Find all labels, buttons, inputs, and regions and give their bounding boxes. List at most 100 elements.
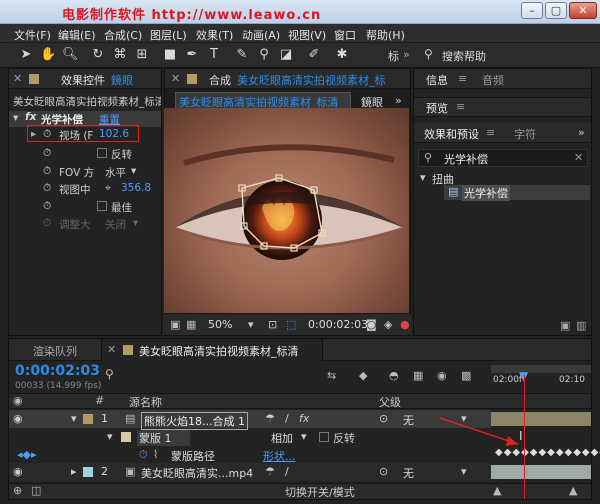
motion-blur-icon[interactable]: ◉ xyxy=(437,369,447,382)
menu-animation[interactable]: 动画(A) xyxy=(242,27,280,43)
graph-editor-icon[interactable]: ▩ xyxy=(461,369,471,382)
mask-path-value[interactable]: 形状... xyxy=(263,448,296,464)
tab-composition[interactable]: 合成 xyxy=(209,72,231,88)
tab-audio[interactable]: 音频 xyxy=(482,72,504,88)
roto-brush-icon[interactable]: ✐ xyxy=(306,47,322,63)
shy-switch-icon[interactable]: ☂ xyxy=(265,465,275,478)
view-center-value[interactable]: 356.8 xyxy=(121,182,151,194)
tab-effect-controls[interactable]: 效果控件 xyxy=(61,72,105,88)
effect-item[interactable]: 光学补偿 xyxy=(462,185,510,201)
clone-tool-icon[interactable]: ⚲ xyxy=(256,47,272,63)
toggle-icon[interactable]: ◫ xyxy=(31,484,41,497)
label-color-icon[interactable] xyxy=(83,467,93,477)
tab-suffix[interactable]: 鏡眼 xyxy=(111,72,133,88)
eraser-tool-icon[interactable]: ◪ xyxy=(278,47,294,63)
dropdown-arrow-icon[interactable]: ▾ xyxy=(133,217,138,229)
comp-mini-icon[interactable]: ⊕ xyxy=(13,484,22,497)
comp-timecode[interactable]: 0:00:02:03 xyxy=(308,318,368,331)
region-icon[interactable]: ⬚ xyxy=(286,318,296,331)
zoom-in-icon[interactable]: ▲ xyxy=(569,484,577,497)
frame-blend-icon[interactable]: ▦ xyxy=(413,369,423,382)
dropdown-arrow-icon[interactable]: ▾ xyxy=(248,318,254,331)
camera-icon[interactable]: ◙ xyxy=(366,318,377,331)
label-color-icon[interactable] xyxy=(83,414,93,424)
tab-info[interactable]: 信息 xyxy=(426,72,448,88)
parent-link-icon[interactable]: ⊙ xyxy=(379,412,388,425)
mask-mode-select[interactable]: 相加 xyxy=(271,430,293,446)
brush-tool-icon[interactable]: ✎ xyxy=(234,47,250,63)
expand-icon[interactable]: ▾ xyxy=(13,112,18,124)
grid-icon[interactable]: ▦ xyxy=(186,318,196,331)
dropdown-arrow-icon[interactable]: ▾ xyxy=(301,430,307,443)
fx-icon[interactable]: fx xyxy=(25,111,36,123)
dropdown-arrow-icon[interactable]: ▾ xyxy=(131,165,136,177)
comp-name[interactable]: 美女眨眼高清实拍视频素材_标 xyxy=(237,72,409,88)
work-area-bar[interactable] xyxy=(491,365,591,373)
effect-search-value[interactable]: 光学补偿 xyxy=(444,151,488,167)
tab-character[interactable]: 字符 xyxy=(514,126,536,142)
hand-tool-icon[interactable]: ✋ xyxy=(40,47,56,63)
visibility-icon[interactable]: ◉ xyxy=(13,465,23,478)
puppet-tool-icon[interactable]: ✱ xyxy=(334,47,350,63)
composition-viewer[interactable] xyxy=(164,108,409,313)
parent-link-icon[interactable]: ⊙ xyxy=(379,465,388,478)
color-icon[interactable]: ● xyxy=(400,318,410,331)
toggle-icon[interactable]: ▣ xyxy=(170,318,180,331)
tab-comp[interactable]: 美女眨眼高清实拍视频素材_标清 xyxy=(139,343,319,359)
chevron-icon[interactable]: » xyxy=(395,94,402,107)
stopwatch-icon[interactable]: ⏱ xyxy=(43,147,51,160)
mask-color-icon[interactable] xyxy=(121,432,131,442)
menu-help[interactable]: 帮助(H) xyxy=(366,27,405,43)
checkbox[interactable] xyxy=(319,432,329,442)
fov-direction-select[interactable]: 水平 xyxy=(105,165,126,180)
menu-effect[interactable]: 效果(T) xyxy=(196,27,233,43)
resize-select[interactable]: 关闭 xyxy=(105,217,126,232)
toggle-switches-modes[interactable]: 切换开关/模式 xyxy=(285,484,355,500)
expand-icon[interactable]: ▾ xyxy=(107,430,113,443)
stopwatch-icon[interactable]: ⏱ xyxy=(139,448,148,462)
menu-file[interactable]: 文件(F) xyxy=(14,27,51,43)
menu-icon[interactable]: ≡ xyxy=(456,100,465,113)
fit-icon[interactable]: ⊡ xyxy=(268,318,277,331)
expand-icon[interactable]: ▸ xyxy=(31,128,36,140)
workspace-select[interactable]: 标 xyxy=(388,48,399,64)
maximize-button[interactable]: ▢ xyxy=(545,2,567,19)
timeline-timecode[interactable]: 0:00:02:03 xyxy=(15,363,100,379)
clear-icon[interactable]: ✕ xyxy=(574,151,583,164)
dropdown-arrow-icon[interactable]: ▾ xyxy=(461,465,467,478)
keyframe-nav-icon[interactable]: ◂◆▸ xyxy=(17,448,37,461)
fov-value[interactable]: 102.6 xyxy=(99,128,129,140)
layer-name[interactable]: 美女眨眼高清实...mp4 xyxy=(141,465,253,481)
zoom-tool-icon[interactable]: 🔍︎ xyxy=(62,47,79,63)
expand-icon[interactable]: ▾ xyxy=(71,412,77,425)
layer-bar[interactable] xyxy=(491,465,591,479)
menu-window[interactable]: 窗口 xyxy=(334,27,356,43)
type-tool-icon[interactable]: T xyxy=(206,47,222,63)
crosshair-icon[interactable]: ⌖ xyxy=(105,182,111,195)
parent-select[interactable]: 无 xyxy=(403,412,414,428)
zoom-select[interactable]: 50% xyxy=(208,318,232,331)
close-tab-icon[interactable]: ✕ xyxy=(107,343,116,356)
menu-icon[interactable]: ≡ xyxy=(458,72,467,85)
chevron-icon[interactable]: » xyxy=(403,48,410,61)
expand-icon[interactable]: ▾ xyxy=(420,171,426,184)
selection-tool-icon[interactable]: ➤ xyxy=(18,47,34,63)
parent-select[interactable]: 无 xyxy=(403,465,414,481)
checkbox[interactable] xyxy=(97,201,107,211)
stopwatch-icon[interactable]: ⏱ xyxy=(43,128,51,141)
show-snapshot-icon[interactable]: ◈ xyxy=(384,318,392,331)
fx-switch-icon[interactable]: fx xyxy=(299,412,309,425)
layer-name[interactable]: 熊熊火焰18...合成 1 xyxy=(141,412,248,430)
quality-switch-icon[interactable]: / xyxy=(285,465,289,478)
menu-edit[interactable]: 编辑(E) xyxy=(58,27,96,43)
shy-switch-icon[interactable]: ☂ xyxy=(265,412,275,425)
new-folder-icon[interactable]: ▣ xyxy=(560,319,570,332)
delete-icon[interactable]: ▥ xyxy=(576,319,586,332)
rectangle-tool-icon[interactable]: ■ xyxy=(162,47,178,63)
close-button[interactable]: ✕ xyxy=(569,2,597,19)
cube-icon[interactable]: ◆ xyxy=(359,369,367,382)
stopwatch-icon[interactable]: ⏱ xyxy=(43,182,51,195)
tab-preview[interactable]: 预览 xyxy=(426,100,448,116)
menu-icon[interactable]: ≡ xyxy=(486,126,495,139)
tab-render-queue[interactable]: 渲染队列 xyxy=(33,343,77,359)
